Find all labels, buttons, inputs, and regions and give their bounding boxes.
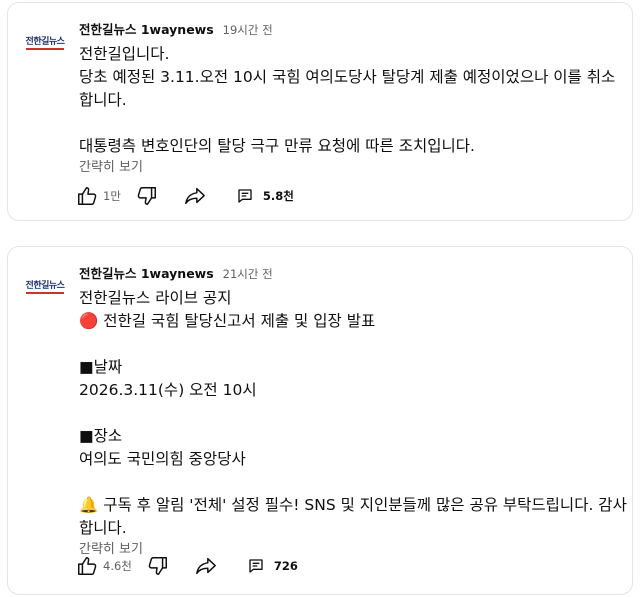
post-time-link[interactable]: 19시간 전 [223,22,273,38]
comment-bubble-icon [242,552,270,580]
post-body: 전한길입니다. 당초 예정된 3.11.오전 10시 국힘 여의도당사 탈당계 … [79,43,618,158]
post-action-bar: 1만 5.8천 [73,178,294,214]
like-button[interactable]: 4.6천 [73,552,144,580]
like-count: 4.6천 [103,559,132,573]
post-text-line: 2026.3.11(수) 오전 10시 [79,381,257,399]
comments-button[interactable]: 726 [242,552,298,580]
community-post: 전한길뉴스 전한길뉴스 1waynews 19시간 전 전한길입니다. 당초 예… [7,2,633,221]
post-header: 전한길뉴스 1waynews 19시간 전 [79,19,618,41]
community-feed: 전한길뉴스 전한길뉴스 1waynews 19시간 전 전한길입니다. 당초 예… [0,0,640,597]
share-arrow-icon [181,182,209,210]
post-text-line: 합니다. [79,519,127,537]
post-text-line: 당초 예정된 3.11.오전 10시 국힘 여의도당사 탈당계 제출 예정이었으… [79,68,616,86]
channel-avatar[interactable]: 전한길뉴스 [23,271,67,301]
share-button[interactable] [181,182,209,210]
dislike-button[interactable] [133,182,161,210]
like-button[interactable]: 1만 [73,182,133,210]
post-text-line: 여의도 국민의힘 중앙당사 [79,450,246,468]
thumbs-down-icon [144,552,172,580]
post-text-line: 대통령측 변호인단의 탈당 극구 만류 요청에 따른 조치입니다. [79,137,475,155]
share-button[interactable] [192,552,220,580]
post-action-bar: 4.6천 726 [73,548,298,584]
share-arrow-icon [192,552,220,580]
post-content: 전한길뉴스 1waynews 19시간 전 전한길입니다. 당초 예정된 3.1… [79,19,618,177]
thumbs-down-icon [133,182,161,210]
thumbs-up-icon [73,552,101,580]
post-text-line: 합니다. [79,91,127,109]
post-text-line: 🔴 전한길 국힘 탈당신고서 제출 및 입장 발표 [79,312,376,330]
community-post: 전한길뉴스 전한길뉴스 1waynews 21시간 전 전한길뉴스 라이브 공지… [7,246,633,595]
comments-button[interactable]: 5.8천 [231,182,294,210]
comment-bubble-icon [231,182,259,210]
channel-logo-text: 전한길뉴스 [25,34,65,50]
show-less-link[interactable]: 간략히 보기 [79,159,618,177]
post-content: 전한길뉴스 1waynews 21시간 전 전한길뉴스 라이브 공지 🔴 전한길… [79,263,627,559]
channel-name-link[interactable]: 전한길뉴스 1waynews [79,19,214,38]
channel-name-link[interactable]: 전한길뉴스 1waynews [79,263,214,282]
like-count: 1만 [103,189,121,203]
post-text-line: ■날짜 [79,358,123,376]
comment-count: 726 [273,559,298,573]
post-body: 전한길뉴스 라이브 공지 🔴 전한길 국힘 탈당신고서 제출 및 입장 발표 ■… [79,287,627,540]
post-text-line: 🔔 구독 후 알림 '전체' 설정 필수! SNS 및 지인분들께 많은 공유 … [79,496,627,514]
channel-avatar[interactable]: 전한길뉴스 [23,27,67,57]
dislike-button[interactable] [144,552,172,580]
post-text-line: 전한길입니다. [79,45,170,63]
post-time-link[interactable]: 21시간 전 [223,266,273,282]
channel-logo-text: 전한길뉴스 [25,278,65,294]
post-text-line: ■장소 [79,427,123,445]
comment-count: 5.8천 [262,189,294,203]
post-text-line: 전한길뉴스 라이브 공지 [79,289,232,307]
thumbs-up-icon [73,182,101,210]
post-header: 전한길뉴스 1waynews 21시간 전 [79,263,618,285]
